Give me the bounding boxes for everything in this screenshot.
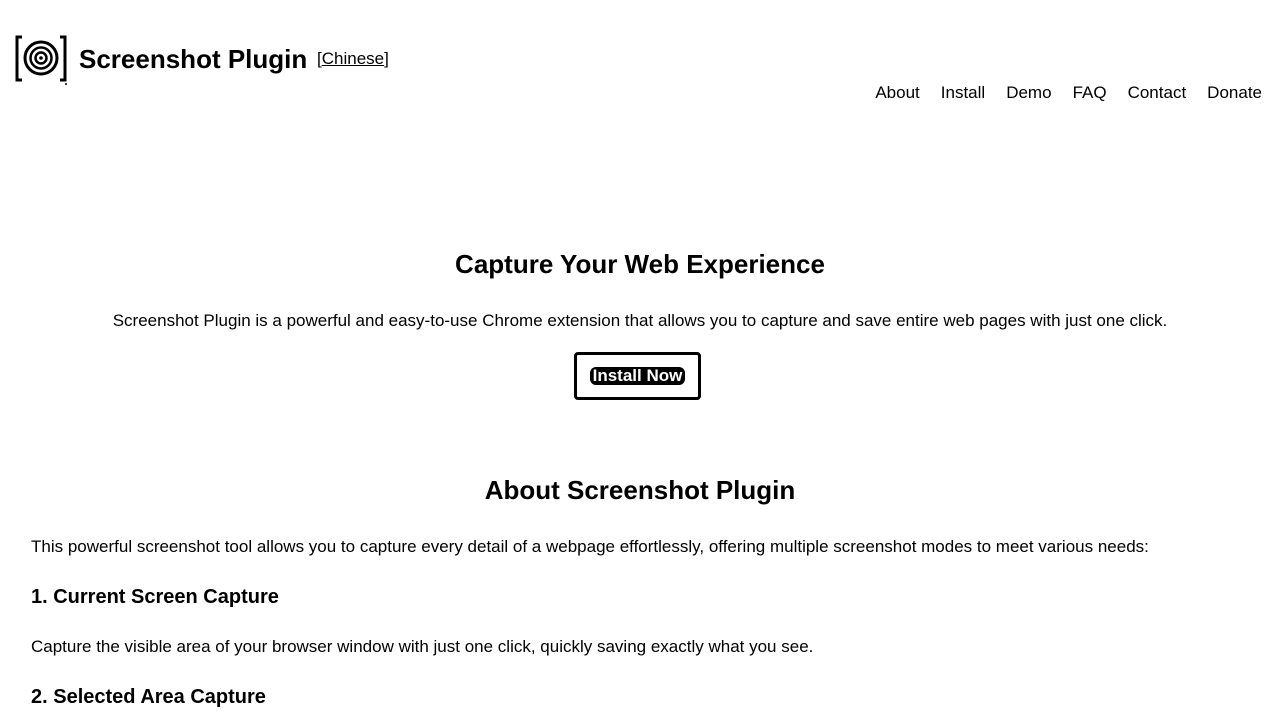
feature-heading-selected-area: 2. Selected Area Capture: [31, 686, 266, 708]
about-intro: This powerful screenshot tool allows you…: [31, 537, 1149, 556]
hero-description: Screenshot Plugin is a powerful and easy…: [112, 311, 1168, 330]
about-section-title: About Screenshot Plugin: [484, 475, 796, 505]
install-now-label: Install Now: [589, 367, 686, 385]
main-nav: About Install Demo FAQ Contact Donate: [875, 83, 1262, 103]
nav-contact[interactable]: Contact: [1128, 83, 1187, 103]
page: Screenshot Plugin [Chinese] About Instal…: [0, 0, 1280, 725]
language-bracket-close: ]: [384, 49, 389, 68]
nav-donate[interactable]: Donate: [1207, 83, 1262, 103]
chinese-language-link[interactable]: Chinese: [322, 49, 384, 68]
site-title: Screenshot Plugin: [79, 44, 308, 74]
hero-title: Capture Your Web Experience: [455, 249, 825, 279]
nav-demo[interactable]: Demo: [1006, 83, 1051, 103]
camera-lens-icon[interactable]: [14, 34, 68, 86]
install-now-button[interactable]: Install Now: [574, 352, 701, 400]
nav-faq[interactable]: FAQ: [1073, 83, 1107, 103]
nav-install[interactable]: Install: [941, 83, 985, 103]
nav-about[interactable]: About: [875, 83, 919, 103]
feature-heading-current-screen: 1. Current Screen Capture: [31, 586, 279, 608]
feature-text-current-screen: Capture the visible area of your browser…: [31, 637, 814, 656]
language-switch: [Chinese]: [317, 49, 389, 69]
